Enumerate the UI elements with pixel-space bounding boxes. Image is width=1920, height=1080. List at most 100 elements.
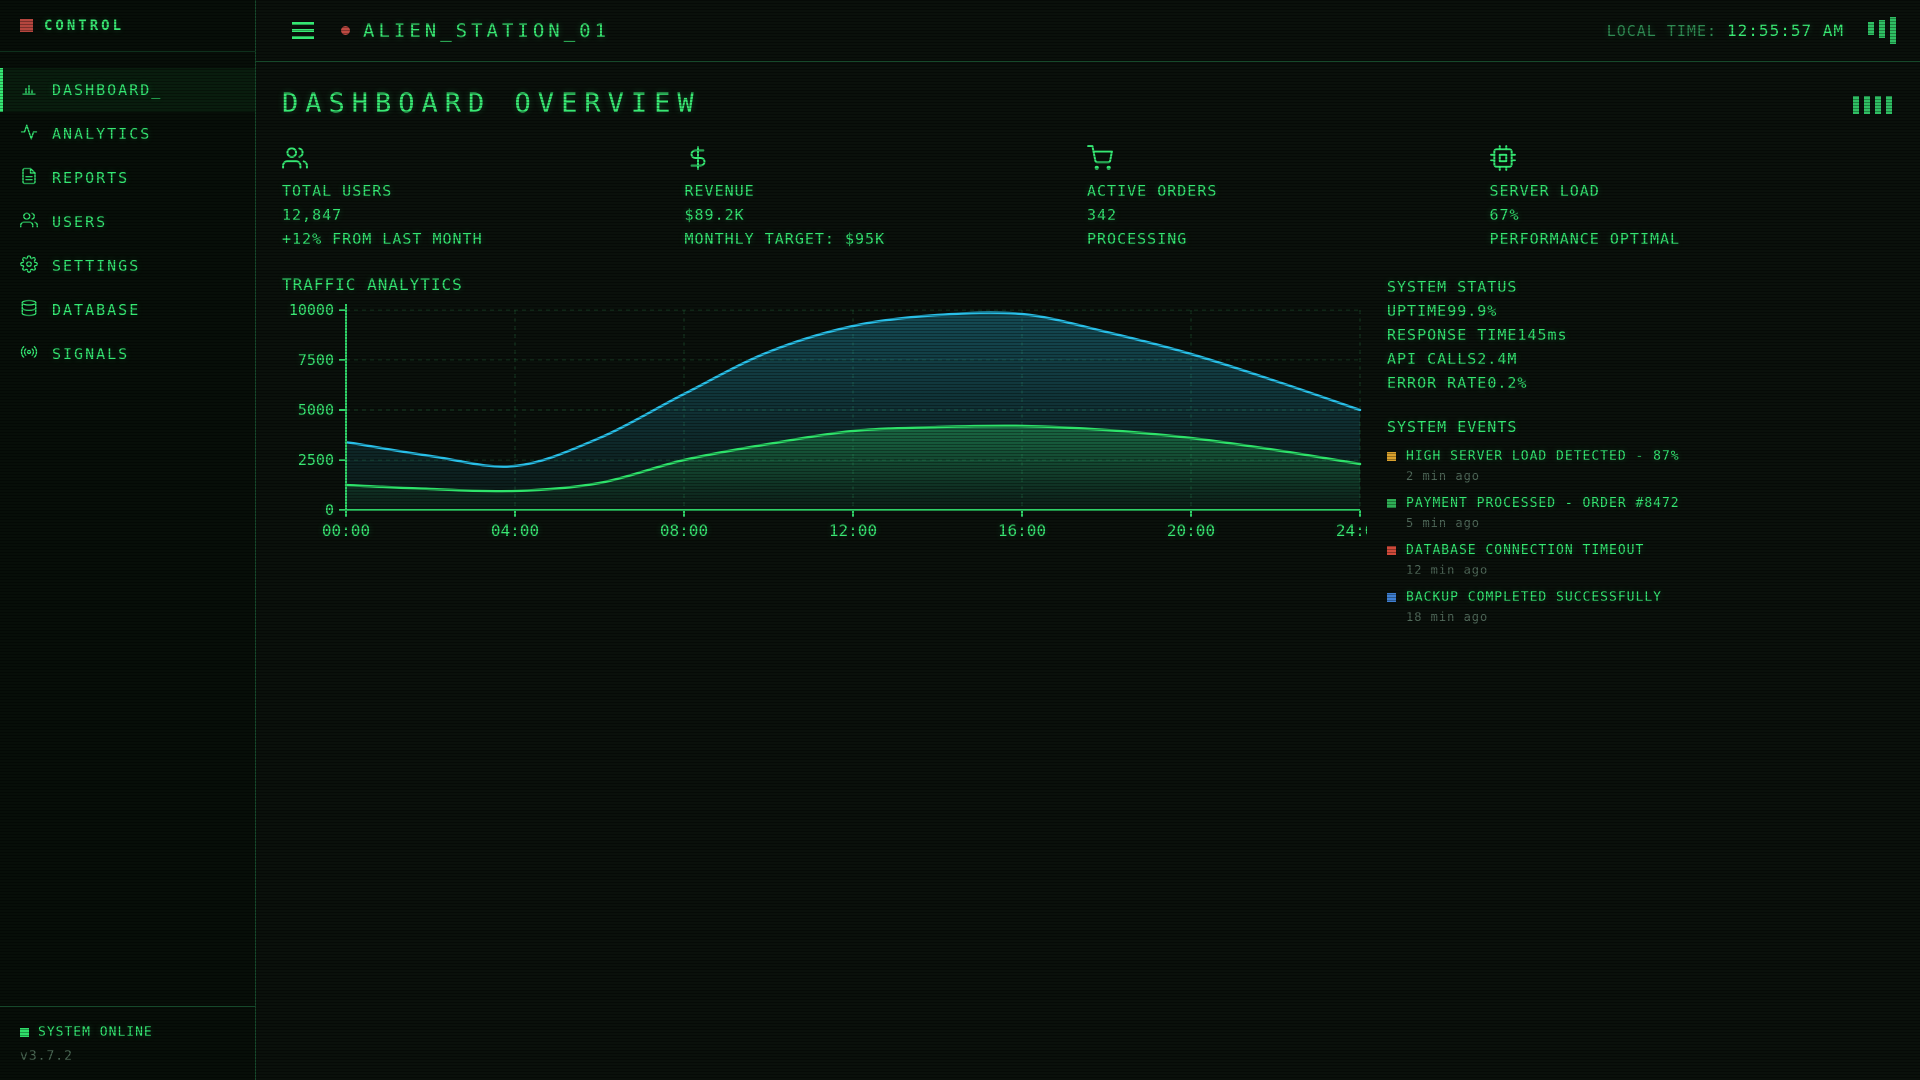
stat-subtext: MONTHLY TARGET: $95K	[685, 227, 1088, 251]
status-value: 0.2%	[1487, 371, 1527, 395]
event-head: DATABASE CONNECTION TIMEOUT	[1387, 543, 1892, 558]
page-head: DASHBOARD OVERVIEW	[282, 88, 1892, 119]
svg-text:20:00: 20:00	[1167, 521, 1215, 540]
menu-icon[interactable]	[292, 22, 314, 39]
event-timestamp: 18 min ago	[1387, 610, 1892, 624]
svg-text:5000: 5000	[298, 401, 334, 419]
chart-title: TRAFFIC ANALYTICS	[282, 275, 1367, 294]
event-title: BACKUP COMPLETED SUCCESSFULLY	[1406, 590, 1662, 605]
sidebar-item-label: SETTINGS	[52, 257, 140, 275]
brand-name: CONTROL	[44, 18, 124, 34]
stat-card-revenue: REVENUE$89.2KMONTHLY TARGET: $95K	[685, 145, 1088, 251]
status-row-api-calls: API CALLS2.4M	[1387, 347, 1892, 371]
event-title: PAYMENT PROCESSED - ORDER #8472	[1406, 496, 1680, 511]
svg-text:00:00: 00:00	[322, 521, 370, 540]
traffic-analytics-section: TRAFFIC ANALYTICS 02500500075001000000:0…	[282, 275, 1367, 637]
equalizer-icon	[1868, 17, 1896, 44]
event-item: PAYMENT PROCESSED - ORDER #84725 min ago	[1387, 496, 1892, 530]
sidebar-item-reports[interactable]: REPORTS	[0, 156, 255, 200]
topbar-right: LOCAL TIME: 12:55:57 AM	[1607, 17, 1896, 44]
brand-logo-icon	[20, 19, 33, 32]
status-value: 2.4M	[1477, 347, 1517, 371]
system-events-title: SYSTEM EVENTS	[1387, 415, 1892, 439]
stat-value: 342	[1087, 203, 1490, 227]
stat-card-active-orders: ACTIVE ORDERS342PROCESSING	[1087, 145, 1490, 251]
sidebar-footer: SYSTEM ONLINE v3.7.2	[0, 1006, 255, 1080]
station-status-dot-icon	[341, 26, 350, 35]
sidebar-item-analytics[interactable]: ANALYTICS	[0, 112, 255, 156]
system-online-label: SYSTEM ONLINE	[38, 1025, 153, 1040]
status-row-error-rate: ERROR RATE0.2%	[1387, 371, 1892, 395]
radio-icon	[20, 343, 38, 365]
event-title: DATABASE CONNECTION TIMEOUT	[1406, 543, 1644, 558]
event-item: DATABASE CONNECTION TIMEOUT12 min ago	[1387, 543, 1892, 577]
local-time-value: 12:55:57 AM	[1727, 21, 1844, 40]
event-title: HIGH SERVER LOAD DETECTED - 87%	[1406, 449, 1680, 464]
sidebar-item-settings[interactable]: SETTINGS	[0, 244, 255, 288]
status-value: 99.9%	[1447, 299, 1497, 323]
event-severity-icon	[1387, 546, 1396, 555]
stat-subtext: +12% FROM LAST MONTH	[282, 227, 685, 251]
system-status-title: SYSTEM STATUS	[1387, 275, 1892, 299]
status-value: 145ms	[1517, 323, 1567, 347]
app-version: v3.7.2	[20, 1049, 235, 1064]
sidebar-item-dashboard[interactable]: DASHBOARD_	[0, 68, 255, 112]
status-row-uptime: UPTIME99.9%	[1387, 299, 1892, 323]
sidebar-item-label: REPORTS	[52, 169, 129, 187]
content-row: TRAFFIC ANALYTICS 02500500075001000000:0…	[282, 275, 1892, 637]
system-status-row: SYSTEM ONLINE	[20, 1025, 235, 1040]
svg-text:16:00: 16:00	[998, 521, 1046, 540]
file-icon	[20, 167, 38, 189]
sidebar-item-label: DATABASE	[52, 301, 140, 319]
status-row-response-time: RESPONSE TIME145ms	[1387, 323, 1892, 347]
stat-card-server-load: SERVER LOAD67%PERFORMANCE OPTIMAL	[1490, 145, 1893, 251]
system-status-rows: UPTIME99.9%RESPONSE TIME145msAPI CALLS2.…	[1387, 299, 1892, 395]
traffic-chart-svg: 02500500075001000000:0004:0008:0012:0016…	[282, 296, 1367, 548]
topbar: ALIEN_STATION_01 LOCAL TIME: 12:55:57 AM	[256, 0, 1920, 62]
stat-label: REVENUE	[685, 179, 1088, 203]
status-label: RESPONSE TIME	[1387, 323, 1517, 347]
event-timestamp: 2 min ago	[1387, 469, 1892, 483]
sidebar-item-label: USERS	[52, 213, 107, 231]
svg-text:12:00: 12:00	[829, 521, 877, 540]
users-icon	[282, 145, 685, 175]
database-icon	[20, 299, 38, 321]
event-item: BACKUP COMPLETED SUCCESSFULLY 18 min ago	[1387, 590, 1892, 624]
event-head: HIGH SERVER LOAD DETECTED - 87%	[1387, 449, 1892, 464]
users-icon	[20, 211, 38, 233]
sidebar-item-users[interactable]: USERS	[0, 200, 255, 244]
svg-text:10000: 10000	[289, 301, 334, 319]
main-content: DASHBOARD OVERVIEW TOTAL USERS12,847+12%…	[256, 62, 1920, 1080]
stat-subtext: PERFORMANCE OPTIMAL	[1490, 227, 1893, 251]
activity-bars-icon	[1853, 96, 1892, 114]
sidebar-item-database[interactable]: DATABASE	[0, 288, 255, 332]
sidebar-item-label: SIGNALS	[52, 345, 129, 363]
event-head: PAYMENT PROCESSED - ORDER #8472	[1387, 496, 1892, 511]
cpu-icon	[1490, 145, 1893, 175]
system-events-list: HIGH SERVER LOAD DETECTED - 87% 2 min ago…	[1387, 449, 1892, 624]
stat-label: TOTAL USERS	[282, 179, 685, 203]
stat-value: 12,847	[282, 203, 685, 227]
sidebar-header: CONTROL	[0, 0, 255, 52]
gear-icon	[20, 255, 38, 277]
sidebar-item-label: ANALYTICS	[52, 125, 151, 143]
event-severity-icon	[1387, 452, 1396, 461]
sidebar-nav: DASHBOARD_ ANALYTICS REPORTS USERS SETTINGS D…	[0, 52, 255, 376]
system-events-block: SYSTEM EVENTS HIGH SERVER LOAD DETECTED …	[1387, 415, 1892, 624]
sidebar-item-signals[interactable]: SIGNALS	[0, 332, 255, 376]
event-severity-icon	[1387, 593, 1396, 602]
station-name: ALIEN_STATION_01	[363, 20, 610, 42]
page-title: DASHBOARD OVERVIEW	[282, 88, 701, 119]
sidebar-item-label: DASHBOARD_	[52, 81, 162, 99]
status-label: API CALLS	[1387, 347, 1477, 371]
stat-label: ACTIVE ORDERS	[1087, 179, 1490, 203]
event-item: HIGH SERVER LOAD DETECTED - 87% 2 min ago	[1387, 449, 1892, 483]
bar-chart-icon	[20, 79, 38, 101]
activity-icon	[20, 123, 38, 145]
system-online-indicator-icon	[20, 1028, 29, 1037]
svg-text:04:00: 04:00	[491, 521, 539, 540]
svg-text:7500: 7500	[298, 351, 334, 369]
svg-text:08:00: 08:00	[660, 521, 708, 540]
event-head: BACKUP COMPLETED SUCCESSFULLY	[1387, 590, 1892, 605]
stat-subtext: PROCESSING	[1087, 227, 1490, 251]
